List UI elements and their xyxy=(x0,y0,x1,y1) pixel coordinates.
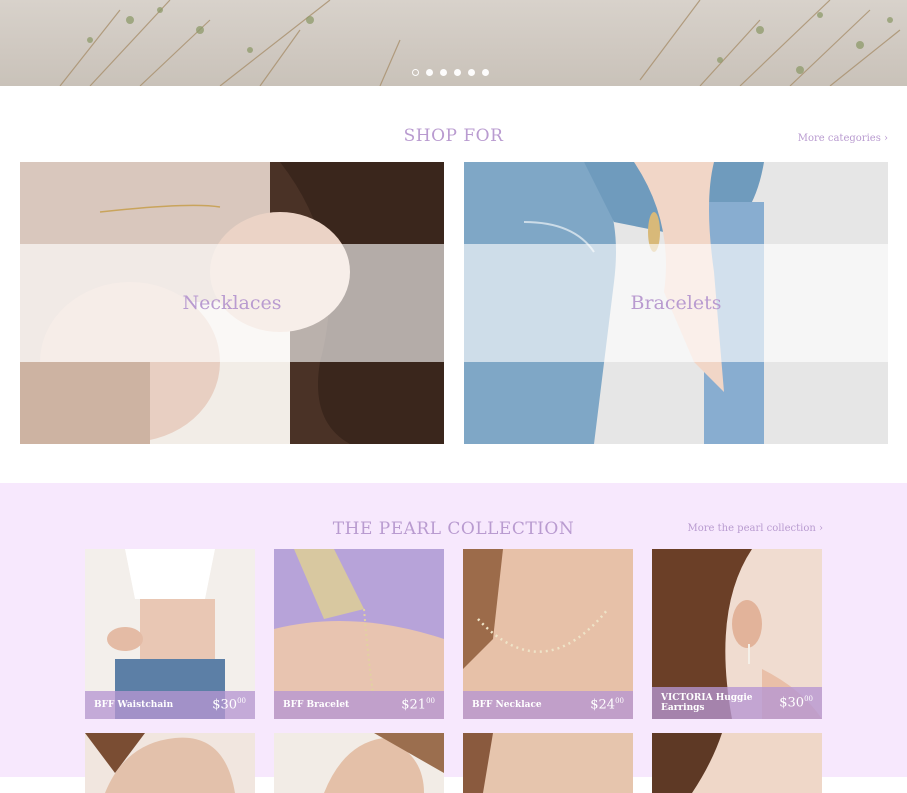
product-image xyxy=(652,733,822,793)
product-image xyxy=(85,733,255,793)
product-name: BFF Waistchain xyxy=(94,700,174,710)
carousel-dot-1[interactable] xyxy=(412,69,419,76)
carousel-dots xyxy=(412,69,489,76)
product-caption: BFF Necklace $2400 xyxy=(463,691,633,719)
shop-for-title: SHOP FOR xyxy=(403,126,504,146)
product-card[interactable] xyxy=(85,733,255,793)
product-price: $3000 xyxy=(779,695,813,711)
product-caption: BFF Waistchain $3000 xyxy=(85,691,255,719)
product-price: $2100 xyxy=(401,697,435,713)
product-card[interactable] xyxy=(652,733,822,793)
product-image xyxy=(274,733,444,793)
product-name: VICTORIA Huggie Earrings xyxy=(661,693,753,713)
carousel-dot-5[interactable] xyxy=(468,69,475,76)
category-label: Bracelets xyxy=(630,292,722,314)
category-label: Necklaces xyxy=(182,292,282,314)
product-image xyxy=(463,733,633,793)
shop-for-section: SHOP FOR More categories › Necklaces Bra… xyxy=(0,86,907,483)
product-card[interactable] xyxy=(463,733,633,793)
product-card[interactable]: BFF Bracelet $2100 xyxy=(274,549,444,719)
product-price: $2400 xyxy=(590,697,624,713)
more-categories-link[interactable]: More categories › xyxy=(798,133,888,144)
category-bracelets[interactable]: Bracelets xyxy=(464,162,888,444)
necklaces-overlay: Necklaces xyxy=(20,244,444,362)
carousel-dot-2[interactable] xyxy=(426,69,433,76)
more-pearl-collection-link[interactable]: More the pearl collection › xyxy=(687,523,823,534)
category-necklaces[interactable]: Necklaces xyxy=(20,162,444,444)
product-name: BFF Bracelet xyxy=(283,700,350,710)
product-card[interactable] xyxy=(274,733,444,793)
pearl-collection-section: THE PEARL COLLECTION More the pearl coll… xyxy=(0,483,907,793)
product-caption: BFF Bracelet $2100 xyxy=(274,691,444,719)
carousel-dot-4[interactable] xyxy=(454,69,461,76)
carousel-dot-3[interactable] xyxy=(440,69,447,76)
product-card[interactable]: BFF Necklace $2400 xyxy=(463,549,633,719)
product-caption: VICTORIA Huggie Earrings $3000 xyxy=(652,687,822,719)
product-name: BFF Necklace xyxy=(472,700,542,710)
product-price: $3000 xyxy=(212,697,246,713)
product-card[interactable]: VICTORIA Huggie Earrings $3000 xyxy=(652,549,822,719)
carousel-dot-6[interactable] xyxy=(482,69,489,76)
product-card[interactable]: BFF Waistchain $3000 xyxy=(85,549,255,719)
bracelets-overlay: Bracelets xyxy=(464,244,888,362)
hero-banner xyxy=(0,0,907,86)
